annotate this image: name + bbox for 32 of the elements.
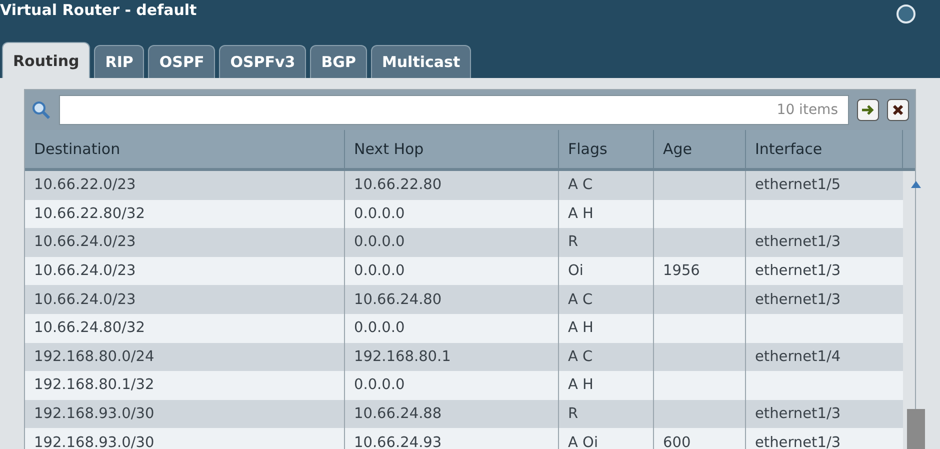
apply-filter-button[interactable] [857, 99, 879, 121]
arrow-right-icon [861, 104, 875, 116]
item-count: 10 items [776, 102, 838, 118]
column-header[interactable]: Next Hop [345, 130, 559, 168]
table-cell-text: ethernet1/3 [754, 434, 842, 449]
column-header[interactable]: Flags [559, 130, 654, 168]
clear-filter-button[interactable] [887, 99, 909, 121]
close-icon [892, 104, 904, 116]
table-cell-text: ethernet1/3 [754, 405, 842, 424]
tab[interactable]: BGP [310, 45, 367, 78]
table-cell-text: ethernet1/4 [754, 348, 842, 367]
tab[interactable]: RIP [94, 45, 144, 78]
tab[interactable]: Multicast [370, 45, 472, 78]
table-cell-text: ethernet1/5 [754, 176, 842, 196]
column-header[interactable]: Age [654, 130, 746, 168]
table-cell-text: ethernet1/3 [754, 262, 842, 282]
column-header[interactable]: Interface [746, 130, 903, 168]
table-cell: 10.66.24.93 [345, 428, 559, 449]
window-title: Virtual Router - default [0, 1, 197, 19]
table-cell-text: ethernet1/3 [754, 290, 842, 310]
tab[interactable]: Routing [2, 42, 90, 78]
table-cell: 600 [654, 428, 746, 449]
table-cell: 192.168.93.0/30 [25, 428, 345, 449]
search-icon [31, 100, 51, 120]
table-cell-text: ethernet1/3 [754, 233, 842, 252]
scrollbar-thumb[interactable] [907, 408, 925, 449]
tab[interactable]: OSPF [148, 45, 216, 78]
scroll-up-icon[interactable] [911, 181, 921, 188]
column-header[interactable]: Destination [25, 130, 345, 168]
tab[interactable]: OSPFv3 [219, 45, 306, 78]
search-field[interactable]: 10 items [59, 95, 849, 125]
table-cell: A Oi [559, 428, 654, 449]
